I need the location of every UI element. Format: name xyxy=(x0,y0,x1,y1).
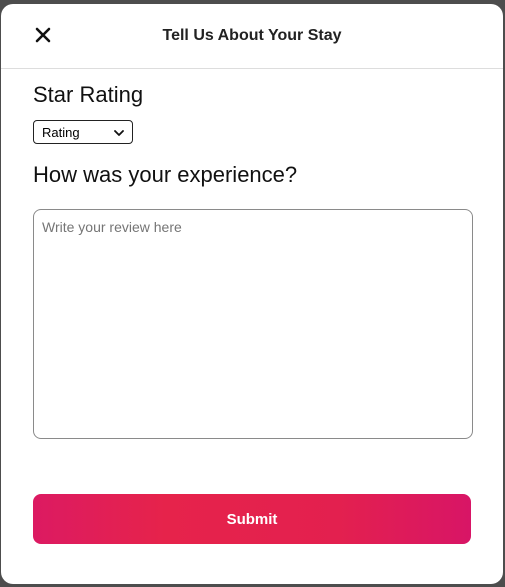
rating-select[interactable]: Rating xyxy=(33,120,133,144)
star-rating-heading: Star Rating xyxy=(33,82,144,107)
modal-header: Tell Us About Your Stay xyxy=(1,4,503,69)
submit-button[interactable]: Submit xyxy=(33,494,471,544)
rating-select-value: Rating xyxy=(42,124,80,140)
review-modal: Tell Us About Your Stay Star Rating Rati… xyxy=(1,4,503,584)
review-textarea[interactable] xyxy=(33,209,473,439)
modal-title: Tell Us About Your Stay xyxy=(162,27,342,44)
experience-heading: How was your experience? xyxy=(33,162,298,187)
chevron-down-icon xyxy=(114,125,124,140)
